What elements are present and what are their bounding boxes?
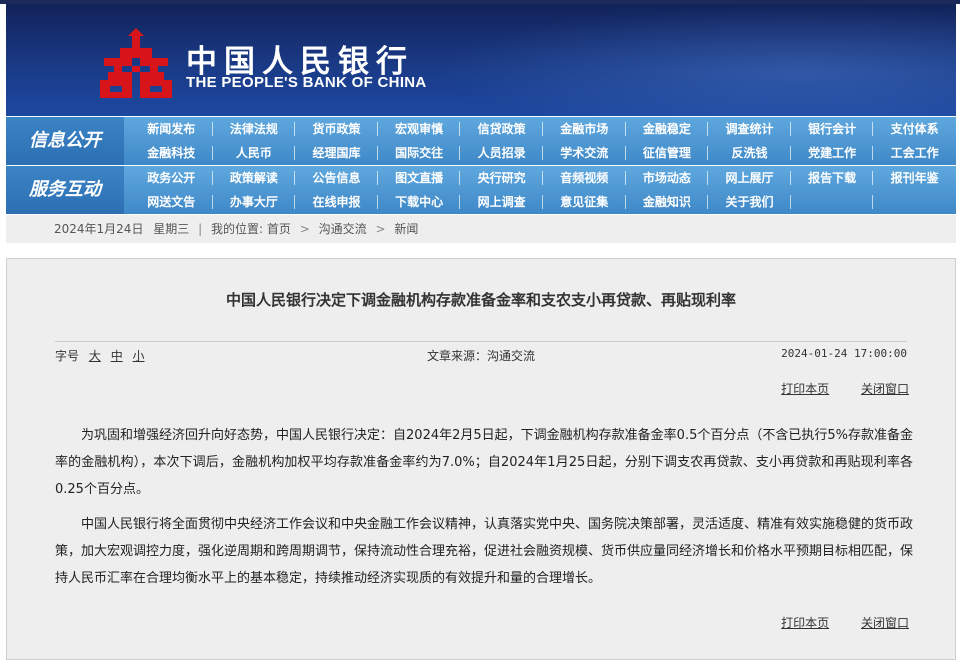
article-meta: 字号 大 中 小 文章来源：沟通交流 2024-01-24 17:00:00	[55, 347, 907, 365]
location-label: 我的位置:	[211, 222, 264, 236]
nav-item-report-download[interactable]: 报告下载	[791, 166, 874, 190]
chevron-right-icon: >	[299, 222, 310, 236]
nav-item-recruitment[interactable]: 人员招录	[460, 141, 543, 165]
nav-item-union-work[interactable]: 工会工作	[873, 141, 956, 165]
nav-item-academic[interactable]: 学术交流	[543, 141, 626, 165]
nav-item-empty-1	[791, 190, 874, 214]
print-page-link[interactable]: 打印本页	[781, 616, 829, 630]
article-paragraph: 中国人民银行将全面贯彻中央经济工作会议和中央金融工作会议精神，认真落实党中央、国…	[55, 517, 914, 586]
nav-item-statistics[interactable]: 调查统计	[708, 117, 791, 141]
nav-item-audio-video[interactable]: 音频视频	[543, 166, 626, 190]
nav-item-treasury[interactable]: 经理国库	[295, 141, 378, 165]
nav-item-laws[interactable]: 法律法规	[213, 117, 296, 141]
nav-item-international[interactable]: 国际交往	[378, 141, 461, 165]
close-window-link[interactable]: 关闭窗口	[861, 382, 909, 396]
nav-item-online-survey[interactable]: 网上调查	[460, 190, 543, 214]
nav-item-download-center[interactable]: 下载中心	[378, 190, 461, 214]
nav-item-fintech[interactable]: 金融科技	[130, 141, 213, 165]
banner-glow	[436, 4, 956, 116]
nav-item-anti-money-laundering[interactable]: 反洗钱	[708, 141, 791, 165]
nav-item-financial-knowledge[interactable]: 金融知识	[626, 190, 709, 214]
nav-service-grid: 政务公开 政策解读 公告信息 图文直播 央行研究 音频视频 市场动态 网上展厅 …	[130, 166, 956, 214]
nav-info-section: 信息公开 新闻发布 法律法规 货币政策 宏观审慎 信贷政策 金融市场 金融稳定 …	[6, 117, 956, 165]
nav-item-credit-policy[interactable]: 信贷政策	[460, 117, 543, 141]
nav-item-financial-stability[interactable]: 金融稳定	[626, 117, 709, 141]
breadcrumb-current[interactable]: 新闻	[394, 222, 418, 236]
chevron-right-icon: >	[375, 222, 386, 236]
nav-info-grid: 新闻发布 法律法规 货币政策 宏观审慎 信贷政策 金融市场 金融稳定 调查统计 …	[130, 117, 956, 165]
nav-item-yearbook[interactable]: 报刊年鉴	[873, 166, 956, 190]
nav-item-monetary-policy[interactable]: 货币政策	[295, 117, 378, 141]
breadcrumb-divider: |	[198, 222, 203, 236]
article-paragraph: 为巩固和增强经济回升向好态势，中国人民银行决定：自2024年2月5日起，下调金融…	[55, 428, 913, 497]
breadcrumb-home[interactable]: 首页	[267, 222, 291, 236]
current-weekday: 星期三	[153, 222, 190, 236]
meta-divider	[55, 341, 907, 342]
current-date: 2024年1月24日	[54, 222, 144, 236]
nav-service-section: 服务互动 政务公开 政策解读 公告信息 图文直播 央行研究 音频视频 市场动态 …	[6, 166, 956, 214]
breadcrumb-section[interactable]: 沟通交流	[319, 222, 367, 236]
nav-item-payment-system[interactable]: 支付体系	[873, 117, 956, 141]
nav-item-research[interactable]: 央行研究	[460, 166, 543, 190]
nav-item-live[interactable]: 图文直播	[378, 166, 461, 190]
nav-item-rmb[interactable]: 人民币	[213, 141, 296, 165]
nav-item-online-notices[interactable]: 网送文告	[130, 190, 213, 214]
article-actions-top: 打印本页 关闭窗口	[753, 380, 909, 397]
pboc-emblem-icon[interactable]	[98, 26, 174, 100]
article-source: 文章来源：沟通交流	[426, 349, 535, 363]
nav-info-heading: 信息公开	[6, 117, 124, 165]
breadcrumb: 2024年1月24日 星期三 | 我的位置: 首页 > 沟通交流 > 新闻	[6, 215, 956, 243]
nav-item-financial-market[interactable]: 金融市场	[543, 117, 626, 141]
print-page-link[interactable]: 打印本页	[781, 382, 829, 396]
nav-item-feedback[interactable]: 意见征集	[543, 190, 626, 214]
site-banner: 中国人民银行 THE PEOPLE'S BANK OF CHINA	[6, 4, 956, 116]
close-window-link[interactable]: 关闭窗口	[861, 616, 909, 630]
nav-item-about-us[interactable]: 关于我们	[708, 190, 791, 214]
nav-item-bank-accounting[interactable]: 银行会计	[791, 117, 874, 141]
nav-service-heading: 服务互动	[6, 166, 124, 214]
nav-item-policy-interpretation[interactable]: 政策解读	[213, 166, 296, 190]
nav-item-service-hall[interactable]: 办事大厅	[213, 190, 296, 214]
article-title: 中国人民银行决定下调金融机构存款准备金率和支农支小再贷款、再贴现利率	[225, 291, 736, 309]
nav-item-government-affairs[interactable]: 政务公开	[130, 166, 213, 190]
nav-item-party-building[interactable]: 党建工作	[791, 141, 874, 165]
article-panel: 中国人民银行决定下调金融机构存款准备金率和支农支小再贷款、再贴现利率 字号 大 …	[6, 258, 956, 660]
nav-item-news-release[interactable]: 新闻发布	[130, 117, 213, 141]
nav-item-announcements[interactable]: 公告信息	[295, 166, 378, 190]
article-actions-bottom: 打印本页 关闭窗口	[753, 614, 909, 631]
nav-item-online-exhibition[interactable]: 网上展厅	[708, 166, 791, 190]
nav-item-empty-2	[873, 190, 956, 214]
nav-item-online-filing[interactable]: 在线申报	[295, 190, 378, 214]
nav-item-market-news[interactable]: 市场动态	[626, 166, 709, 190]
nav-item-macroprudential[interactable]: 宏观审慎	[378, 117, 461, 141]
article-datetime: 2024-01-24 17:00:00	[781, 347, 907, 360]
bank-name-en: THE PEOPLE'S BANK OF CHINA	[186, 74, 427, 91]
nav-item-credit-reference[interactable]: 征信管理	[626, 141, 709, 165]
